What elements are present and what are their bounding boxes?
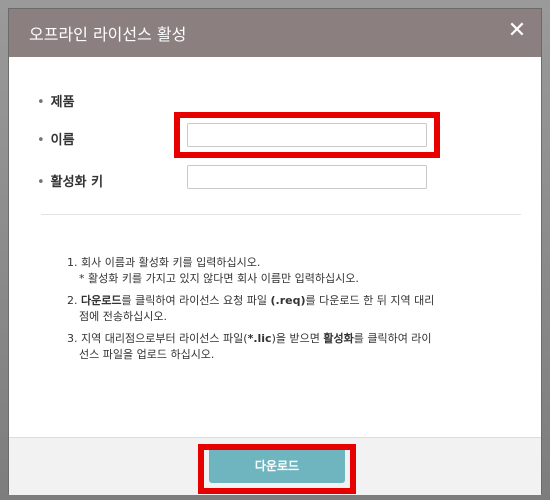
divider (41, 214, 521, 215)
instruction-text: 를 다운로드 한 뒤 지역 대리 (305, 294, 435, 307)
download-button-highlight (198, 444, 356, 494)
instruction-step-3: 3. 지역 대리점으로부터 라이선스 파일(*.lic)을 받으면 활성화를 클… (67, 331, 487, 363)
instruction-emphasis: (.req) (270, 294, 306, 307)
dialog-title: 오프라인 라이선스 활성 (29, 25, 187, 44)
instruction-note: * 활성화 키를 가지고 있지 않다면 회사 이름만 입력하십시오. (79, 272, 359, 285)
product-label: 제품 (50, 95, 75, 110)
instruction-emphasis: 다운로드 (81, 294, 122, 307)
bullet: • (37, 175, 45, 190)
instruction-step-2: 2. 다운로드를 클릭하여 라이선스 요청 파일 (.req)를 다운로드 한 … (67, 293, 487, 325)
activation-key-row: • 활성화 키 (37, 171, 103, 190)
product-row: • 제품 (37, 91, 75, 110)
instruction-text: 선스 파일을 업로드 하십시오. (79, 348, 215, 361)
instruction-step-1: 1. 회사 이름과 활성화 키를 입력하십시오. * 활성화 키를 가지고 있지… (67, 255, 487, 287)
bullet: • (37, 133, 45, 148)
instruction-text: )을 받으면 (271, 332, 324, 345)
name-input-highlight (174, 112, 440, 158)
activation-key-label: 활성화 키 (50, 175, 104, 190)
instruction-text: 를 클릭하여 라이선스 요청 파일 (121, 294, 271, 307)
instruction-text: 1. 회사 이름과 활성화 키를 입력하십시오. (67, 256, 261, 269)
name-label: 이름 (50, 133, 75, 148)
instruction-text: 점에 전송하십시오. (79, 310, 167, 323)
dialog-titlebar: 오프라인 라이선스 활성 ✕ (9, 9, 541, 57)
instruction-text: 2. (67, 294, 81, 307)
instruction-text: 3. 지역 대리점으로부터 라이선스 파일( (67, 332, 248, 345)
instruction-emphasis: 활성화 (323, 332, 354, 345)
activation-key-input[interactable] (187, 165, 427, 189)
instruction-emphasis: *.lic (247, 332, 272, 345)
offline-license-dialog: 오프라인 라이선스 활성 ✕ • 제품 • 이름 • 활성화 키 1. 회사 이름과 … (8, 8, 542, 495)
close-icon[interactable]: ✕ (501, 15, 533, 47)
instructions: 1. 회사 이름과 활성화 키를 입력하십시오. * 활성화 키를 가지고 있지… (67, 255, 487, 369)
instruction-text: 를 클릭하여 라이 (353, 332, 432, 345)
name-row: • 이름 (37, 129, 75, 148)
bullet: • (37, 95, 45, 110)
